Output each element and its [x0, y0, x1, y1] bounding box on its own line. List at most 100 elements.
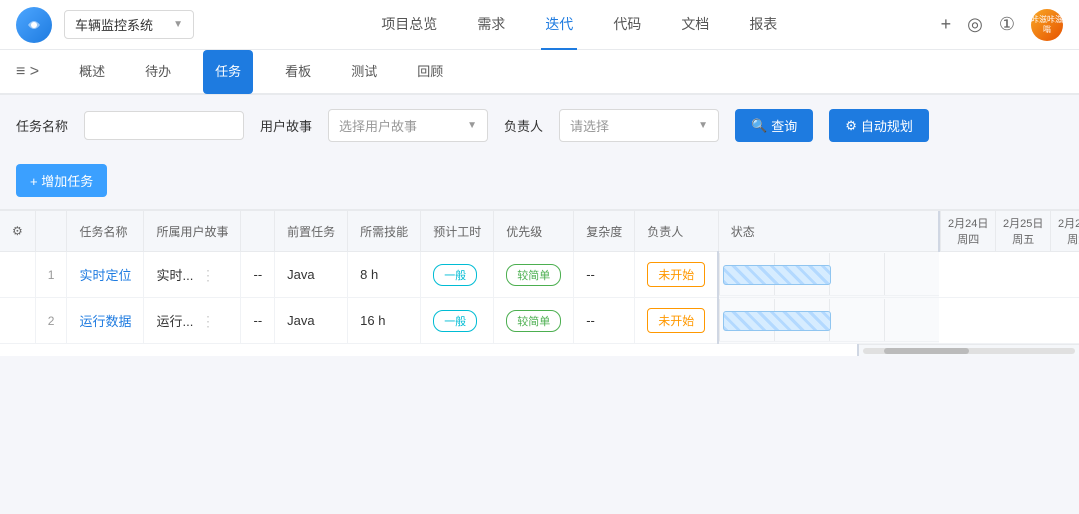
task-name-col-header: 任务名称 — [67, 211, 144, 252]
row1-gantt-bar[interactable] — [723, 265, 831, 285]
avatar-text: 咔滋咔滋嗡 — [1031, 15, 1063, 34]
task-name-label: 任务名称 — [16, 116, 68, 135]
target-icon[interactable]: ◎ — [967, 14, 983, 35]
row1-task-name: 实时定位 — [67, 252, 144, 298]
row2-complexity: 较简单 — [494, 298, 574, 344]
nav-item-docs[interactable]: 文档 — [677, 0, 713, 50]
nav-item-requirements[interactable]: 需求 — [473, 0, 509, 50]
query-button[interactable]: 🔍 查询 — [735, 109, 813, 142]
task-name-input[interactable] — [84, 111, 244, 140]
owner-select[interactable]: 请选择 ▼ — [559, 109, 719, 142]
search-icon: 🔍 — [751, 118, 767, 134]
row1-gantt-cell — [718, 252, 939, 298]
row2-estimate: 16 h — [348, 298, 421, 344]
row2-skills: Java — [275, 298, 348, 344]
second-nav: ≡ > 概述 待办 任务 看板 测试 回顾 — [0, 50, 1079, 94]
row2-priority: 一般 — [421, 298, 494, 344]
bell-icon[interactable]: ① — [999, 14, 1015, 35]
settings-col-header[interactable]: ⚙ — [0, 211, 35, 252]
gantt-date-3: 2月26日 周六 — [1050, 211, 1079, 251]
user-story-placeholder: 选择用户故事 — [339, 116, 417, 135]
gantt-scrollbar-area — [857, 344, 1079, 356]
priority-col-header: 优先级 — [494, 211, 574, 252]
owner-arrow: ▼ — [698, 120, 708, 131]
row2-status: 未开始 — [635, 298, 719, 344]
row1-priority-badge: 一般 — [433, 264, 477, 286]
row2-task-name: 运行数据 — [67, 298, 144, 344]
second-nav-tasks[interactable]: 任务 — [203, 50, 253, 94]
filter-bar: 任务名称 用户故事 选择用户故事 ▼ 负责人 请选择 ▼ 🔍 查询 ⚙ 自动规划 — [0, 95, 1079, 156]
project-dropdown-arrow: ▼ — [173, 19, 183, 30]
num-col-header — [35, 211, 67, 252]
row1-priority: 一般 — [421, 252, 494, 298]
table-row: 1 实时定位 实时... ⋮ -- Java 8 h 一般 较简单 -- — [0, 252, 1079, 298]
row2-task-link[interactable]: 运行数据 — [79, 314, 131, 329]
plus-icon[interactable]: + — [941, 14, 952, 35]
row2-status-badge: 未开始 — [647, 308, 705, 333]
user-avatar[interactable]: 咔滋咔滋嗡 — [1031, 9, 1063, 41]
app-logo — [16, 7, 52, 43]
gantt-date-headers: 2月24日 周四 2月25日 周五 2月26日 周六 2月27日 — [940, 211, 1079, 251]
action-bar: + 增加任务 — [0, 156, 1079, 209]
nav-item-reports[interactable]: 报表 — [745, 0, 781, 50]
row1-owner: -- — [574, 252, 635, 298]
user-story-label: 用户故事 — [260, 116, 312, 135]
user-story-select[interactable]: 选择用户故事 ▼ — [328, 109, 488, 142]
project-selector[interactable]: 车辆监控系统 ▼ — [64, 10, 194, 39]
row2-prev-task: -- — [241, 298, 275, 344]
second-nav-todo[interactable]: 待办 — [137, 50, 179, 94]
nav-item-code[interactable]: 代码 — [609, 0, 645, 50]
row2-gantt-cell — [718, 298, 939, 344]
row1-prev-task: -- — [241, 252, 275, 298]
gantt-scrollbar[interactable] — [859, 344, 1079, 356]
gantt-cell-3 — [829, 253, 884, 295]
task-table-container: ⚙ 任务名称 所属用户故事 前置任务 所需技能 预计工时 优先级 复杂度 负责人… — [0, 210, 1079, 356]
row2-settings — [0, 298, 35, 344]
nav-item-iteration[interactable]: 迭代 — [541, 0, 577, 50]
status-col-header: 状态 — [718, 211, 939, 252]
gantt-cell-3 — [829, 299, 884, 341]
scroll-track — [863, 348, 1075, 354]
settings-icon: ⚙ — [12, 224, 23, 238]
row1-estimate: 8 h — [348, 252, 421, 298]
gantt-header: 2月24日 周四 2月25日 周五 2月26日 周六 2月27日 — [939, 211, 1079, 252]
add-task-button[interactable]: + 增加任务 — [16, 164, 107, 197]
menu-icon[interactable]: ≡ > — [16, 63, 39, 81]
table-footer-spacer — [0, 344, 857, 356]
row2-story: 运行... ⋮ — [144, 298, 241, 344]
row2-priority-badge: 一般 — [433, 310, 477, 332]
row2-gantt-row — [719, 300, 939, 342]
second-nav-overview[interactable]: 概述 — [71, 50, 113, 94]
gantt-date-1: 2月24日 周四 — [940, 211, 995, 251]
task-table-body: 1 实时定位 实时... ⋮ -- Java 8 h 一般 较简单 -- — [0, 252, 1079, 344]
scroll-thumb[interactable] — [884, 348, 969, 354]
complexity-col-header: 复杂度 — [574, 211, 635, 252]
auto-plan-button[interactable]: ⚙ 自动规划 — [829, 109, 929, 142]
auto-btn-label: 自动规划 — [861, 116, 913, 135]
user-story-arrow: ▼ — [467, 120, 477, 131]
row1-story: 实时... ⋮ — [144, 252, 241, 298]
estimate-col-header: 预计工时 — [421, 211, 494, 252]
second-nav-kanban[interactable]: 看板 — [277, 50, 319, 94]
skills-col-header: 所需技能 — [348, 211, 421, 252]
top-nav: 车辆监控系统 ▼ 项目总览 需求 迭代 代码 文档 报表 + ◎ ① 咔滋咔滋嗡 — [0, 0, 1079, 50]
row1-complexity-badge: 较简单 — [506, 264, 561, 286]
row2-drag-icon[interactable]: ⋮ — [201, 313, 215, 329]
row1-task-link[interactable]: 实时定位 — [79, 268, 131, 283]
top-nav-items: 项目总览 需求 迭代 代码 文档 报表 — [218, 0, 941, 50]
drag-col-header — [241, 211, 275, 252]
table-footer — [0, 344, 1079, 356]
owner-placeholder: 请选择 — [570, 116, 609, 135]
second-nav-review[interactable]: 回顾 — [409, 50, 451, 94]
gantt-cell-4 — [884, 299, 939, 341]
row2-gantt-bar[interactable] — [723, 311, 831, 331]
second-nav-test[interactable]: 测试 — [343, 50, 385, 94]
gantt-cell-4 — [884, 253, 939, 295]
gear-icon: ⚙ — [845, 118, 857, 134]
row1-status: 未开始 — [635, 252, 719, 298]
owner-col-header: 负责人 — [635, 211, 719, 252]
gantt-date-2: 2月25日 周五 — [995, 211, 1050, 251]
row1-gantt-row — [719, 254, 939, 296]
nav-item-overview[interactable]: 项目总览 — [377, 0, 441, 50]
row1-drag-icon[interactable]: ⋮ — [201, 267, 215, 283]
